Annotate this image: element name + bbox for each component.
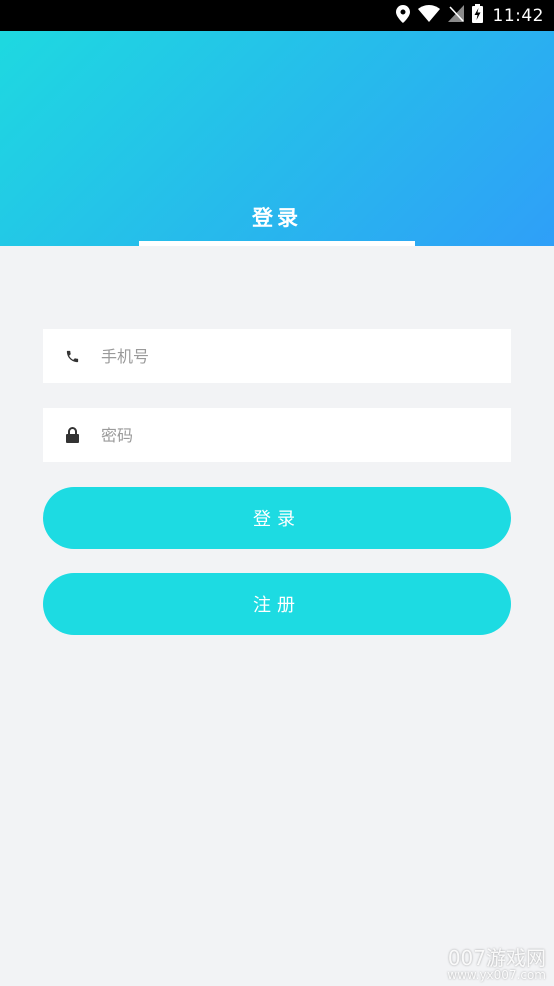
watermark-url: www.yx007.com — [447, 967, 546, 982]
wifi-icon — [417, 5, 440, 26]
tab-indicator — [139, 241, 415, 246]
battery-charging-icon — [471, 4, 483, 27]
register-button-label: 注册 — [253, 595, 301, 616]
header-title: 登录 — [252, 206, 302, 230]
login-screen: 11:42 登录 登录 注册 007游戏网 www.yx007.com — [0, 0, 554, 986]
no-signal-icon — [447, 5, 464, 26]
status-icons: 11:42 — [395, 0, 545, 31]
watermark: 007游戏网 www.yx007.com — [447, 947, 546, 982]
location-icon — [395, 4, 410, 27]
lock-icon — [43, 408, 101, 462]
phone-input[interactable] — [101, 329, 511, 383]
status-bar: 11:42 — [0, 0, 554, 31]
register-button[interactable]: 注册 — [43, 573, 511, 635]
login-button[interactable]: 登录 — [43, 487, 511, 549]
header: 登录 — [0, 31, 554, 246]
password-field[interactable] — [43, 408, 511, 462]
watermark-text: 007游戏网 — [447, 945, 546, 970]
status-time: 11:42 — [492, 5, 544, 26]
login-button-label: 登录 — [253, 509, 301, 530]
password-input[interactable] — [101, 408, 511, 462]
phone-icon — [43, 329, 101, 383]
phone-field[interactable] — [43, 329, 511, 383]
